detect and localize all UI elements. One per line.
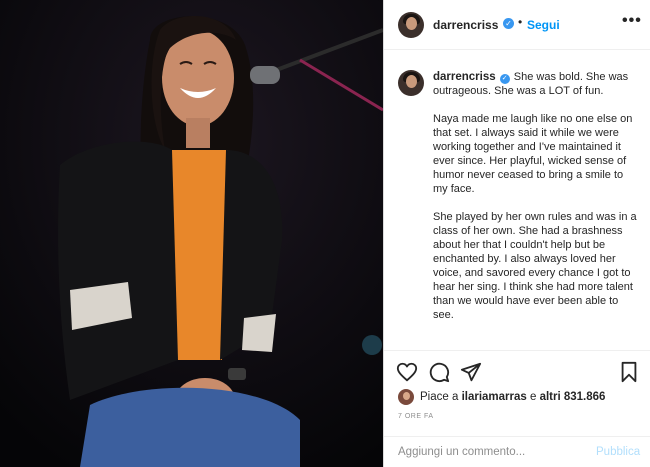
caption-avatar[interactable] [398, 70, 424, 96]
caption-text: darrencriss ✓ She was bold. She was outr… [433, 70, 639, 336]
concert-photo-illustration [0, 0, 383, 467]
caption-paragraph-1: darrencriss ✓ She was bold. She was outr… [433, 70, 639, 98]
liker-username-link[interactable]: ilariamarras [462, 391, 527, 403]
comment-icon[interactable] [428, 361, 450, 383]
caption-paragraph-2: Naya made me laugh like no one else on t… [433, 113, 633, 195]
bookmark-icon[interactable] [618, 361, 640, 383]
share-icon[interactable] [460, 361, 482, 383]
likes-text: Piace a ilariamarras e altri 831.866 [420, 391, 605, 403]
caption-verified-icon: ✓ [499, 74, 510, 84]
likes-middle: e [526, 391, 540, 403]
verified-badge-icon: ✓ [503, 18, 514, 29]
likes-row: Piace a ilariamarras e altri 831.866 [398, 389, 643, 407]
post-side-panel: darrencriss ✓ • Segui ••• darrencriss ✓ … [383, 0, 650, 467]
avatar[interactable] [398, 12, 424, 38]
liker-avatar[interactable] [398, 389, 414, 405]
caption-username-link[interactable]: darrencriss [433, 71, 496, 83]
heart-icon[interactable] [396, 361, 418, 383]
likes-count-link[interactable]: altri 831.866 [540, 391, 606, 403]
caption-paragraph-3: She played by her own rules and was in a… [433, 211, 637, 321]
likes-prefix: Piace a [420, 391, 462, 403]
more-options-icon[interactable]: ••• [622, 12, 642, 30]
publish-button[interactable]: Pubblica [596, 446, 640, 458]
comment-input[interactable] [398, 443, 588, 461]
follow-button[interactable]: Segui [527, 18, 560, 32]
post-timestamp: 7 ORE FA [398, 413, 434, 420]
separator-dot: • [518, 15, 523, 29]
post-photo[interactable] [0, 0, 383, 467]
username-link[interactable]: darrencriss [433, 18, 498, 32]
instagram-post: darrencriss ✓ • Segui ••• darrencriss ✓ … [0, 0, 650, 467]
caption-section: darrencriss ✓ She was bold. She was outr… [384, 58, 650, 350]
action-bar [384, 350, 650, 390]
post-header: darrencriss ✓ • Segui ••• [384, 0, 650, 50]
comment-bar: Pubblica [384, 436, 650, 467]
